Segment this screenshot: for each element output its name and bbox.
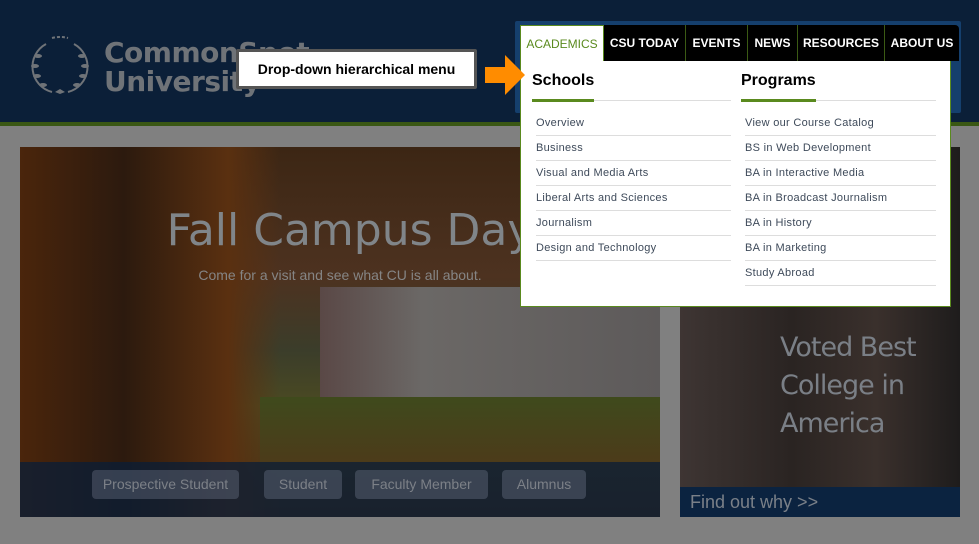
schools-heading: Schools [532, 71, 731, 102]
tab-news[interactable]: NEWS [748, 25, 798, 61]
promo-text: Voted Best College in America [780, 329, 917, 443]
menu-item-design-and-technology[interactable]: Design and Technology [536, 236, 731, 261]
programs-column: Programs View our Course Catalog BS in We… [741, 71, 936, 286]
tab-resources[interactable]: RESOURCES [798, 25, 885, 61]
menu-item-journalism[interactable]: Journalism [536, 211, 731, 236]
promo-line: College in [780, 370, 905, 401]
audience-button-alumnus[interactable]: Alumnus [502, 470, 586, 499]
audience-button-faculty-member[interactable]: Faculty Member [355, 470, 488, 499]
menu-item-bs-in-web-development[interactable]: BS in Web Development [745, 136, 936, 161]
annotation-callout: Drop-down hierarchical menu [236, 49, 477, 89]
tab-csu-today[interactable]: CSU TODAY [604, 25, 686, 61]
programs-heading: Programs [741, 71, 936, 102]
arrow-right-icon [485, 55, 525, 95]
menu-item-liberal-arts-and-sciences[interactable]: Liberal Arts and Sciences [536, 186, 731, 211]
menu-item-ba-in-marketing[interactable]: BA in Marketing [745, 236, 936, 261]
promo-line: America [780, 408, 885, 439]
menu-item-view-our-course-catalog[interactable]: View our Course Catalog [745, 111, 936, 136]
audience-bar: Prospective Student Student Faculty Memb… [20, 462, 660, 517]
main-nav: ACADEMICS CSU TODAY EVENTS NEWS RESOURCE… [520, 25, 959, 61]
tab-events[interactable]: EVENTS [686, 25, 748, 61]
audience-button-student[interactable]: Student [264, 470, 342, 499]
schools-column: Schools Overview Business Visual and Media… [532, 71, 731, 261]
menu-item-ba-in-broadcast-journalism[interactable]: BA in Broadcast Journalism [745, 186, 936, 211]
find-out-why-link[interactable]: Find out why >> [680, 487, 960, 517]
menu-item-ba-in-interactive-media[interactable]: BA in Interactive Media [745, 161, 936, 186]
laurel-wreath-icon [31, 36, 89, 94]
menu-item-overview[interactable]: Overview [536, 111, 731, 136]
tab-about-us[interactable]: ABOUT US [885, 25, 959, 61]
hero-image-lawn [260, 397, 660, 467]
tab-academics[interactable]: ACADEMICS [520, 25, 604, 61]
academics-dropdown: Schools Overview Business Visual and Media… [520, 61, 951, 307]
audience-button-prospective-student[interactable]: Prospective Student [92, 470, 239, 499]
promo-line: Voted Best [780, 332, 917, 363]
menu-item-business[interactable]: Business [536, 136, 731, 161]
menu-item-visual-and-media-arts[interactable]: Visual and Media Arts [536, 161, 731, 186]
menu-item-study-abroad[interactable]: Study Abroad [745, 261, 936, 286]
menu-item-ba-in-history[interactable]: BA in History [745, 211, 936, 236]
